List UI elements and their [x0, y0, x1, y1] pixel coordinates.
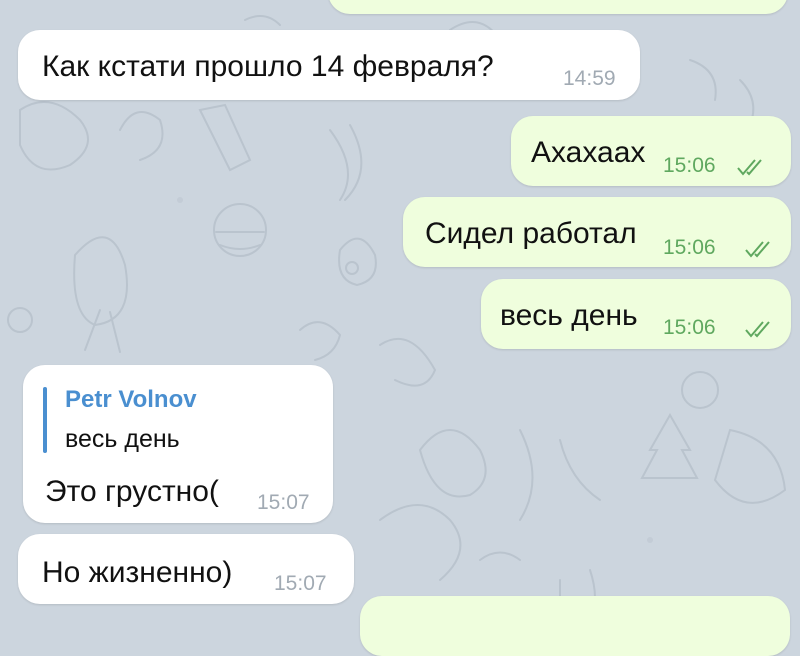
- message-bubble-outgoing[interactable]: Сидел работал 15:06: [403, 197, 791, 267]
- reply-quote-bar: [43, 387, 47, 453]
- message-time: 15:07: [274, 572, 327, 595]
- message-bubble-partial-bottom[interactable]: [360, 596, 790, 656]
- message-text: Ахахаах: [531, 136, 646, 169]
- message-bubble-incoming[interactable]: Но жизненно) 15:07: [18, 534, 354, 604]
- message-time: 15:07: [257, 491, 310, 514]
- message-time: 15:06: [663, 154, 716, 177]
- reply-author-name[interactable]: Petr Volnov: [65, 386, 197, 414]
- reply-quoted-text[interactable]: весь день: [65, 425, 180, 453]
- message-time: 15:06: [663, 236, 716, 259]
- message-bubble-partial-top[interactable]: [328, 0, 788, 14]
- message-bubble-outgoing[interactable]: весь день 15:06: [481, 279, 791, 349]
- message-text: Сидел работал: [425, 217, 637, 250]
- read-double-check-icon: [737, 159, 762, 176]
- message-time: 15:06: [663, 316, 716, 339]
- message-text: весь день: [500, 299, 638, 332]
- message-bubble-outgoing[interactable]: Ахахаах 15:06: [511, 116, 791, 186]
- message-time: 14:59: [563, 67, 616, 90]
- message-bubble-incoming[interactable]: Как кстати прошло 14 февраля? 14:59: [18, 30, 640, 100]
- message-text: Это грустно(: [45, 475, 219, 508]
- message-bubble-incoming-reply[interactable]: Petr Volnov весь день Это грустно( 15:07: [23, 365, 333, 523]
- message-text: Как кстати прошло 14 февраля?: [42, 50, 494, 83]
- message-text: Но жизненно): [42, 556, 233, 589]
- read-double-check-icon: [745, 321, 770, 338]
- read-double-check-icon: [745, 241, 770, 258]
